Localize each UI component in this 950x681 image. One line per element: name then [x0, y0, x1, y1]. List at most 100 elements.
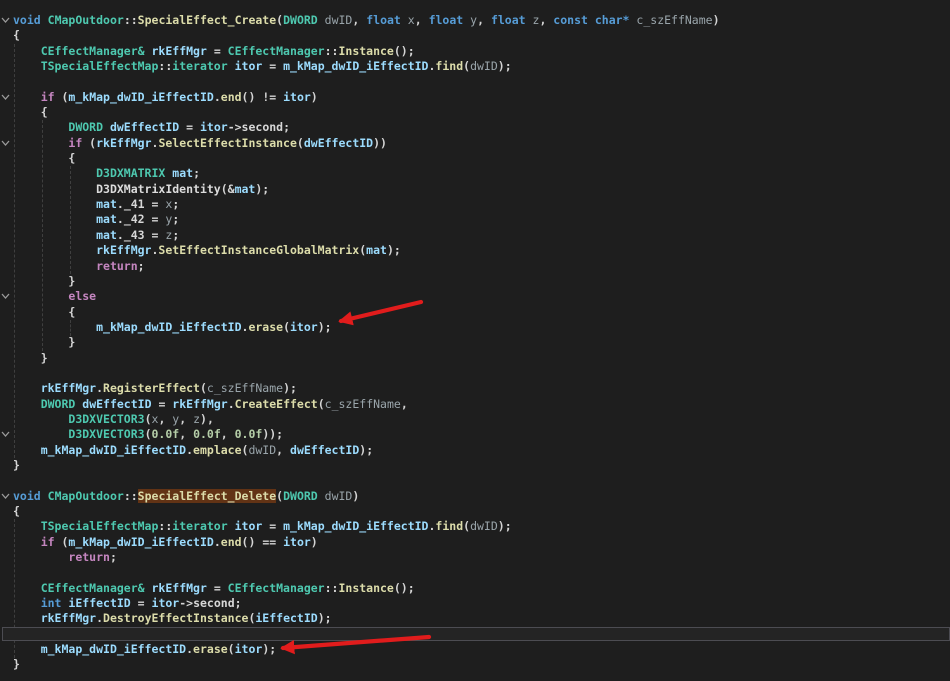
code-line: rkEffMgr.DestroyEffectInstance(iEffectID…: [13, 611, 720, 626]
code-token: }: [41, 351, 48, 365]
code-token: {: [41, 105, 48, 119]
code-line: return;: [13, 259, 720, 274]
code-token: SelectEffectInstance: [158, 136, 296, 150]
code-token: itor: [235, 519, 263, 533]
code-token: DWORD: [283, 13, 318, 27]
code-token: ,: [539, 13, 553, 27]
code-token: itor: [152, 596, 180, 610]
code-token: return: [96, 259, 138, 273]
code-token: .: [96, 381, 103, 395]
code-token: ;: [235, 596, 242, 610]
code-token: ));: [262, 427, 283, 441]
code-token: }: [13, 657, 20, 671]
code-token: =: [262, 519, 283, 533]
code-line: void CMapOutdoor::SpecialEffect_Delete(D…: [13, 489, 720, 504]
code-token: iEffectID: [255, 611, 317, 625]
code-token: .: [214, 90, 221, 104]
code-token: [41, 13, 48, 27]
code-token: itor: [235, 59, 263, 73]
code-token: dwID: [325, 13, 353, 27]
code-token: CEffectManager&: [41, 44, 145, 58]
code-token: rkEffMgr: [41, 381, 96, 395]
code-token: (: [82, 136, 96, 150]
code-token: D3DXVECTOR3: [68, 427, 144, 441]
code-token: CMapOutdoor: [48, 489, 124, 503]
code-token: TSpecialEffectMap: [41, 519, 159, 533]
fold-chevron-icon[interactable]: [1, 493, 10, 500]
code-token: float: [491, 13, 526, 27]
fold-chevron-icon[interactable]: [1, 140, 10, 147]
code-token: m_kMap_dwID_iEffectID: [68, 535, 213, 549]
code-line: m_kMap_dwID_iEffectID.erase(itor);: [13, 642, 720, 657]
code-token: mat: [96, 212, 117, 226]
code-token: dwID: [470, 59, 498, 73]
code-token: () !=: [242, 90, 284, 104]
code-token: find: [435, 59, 463, 73]
code-token: ::: [325, 44, 339, 58]
code-token: _42: [124, 212, 145, 226]
code-token: ): [311, 90, 318, 104]
code-token: RegisterEffect: [103, 381, 200, 395]
code-token: () ==: [242, 535, 284, 549]
fold-chevron-icon[interactable]: [1, 431, 10, 438]
code-line: return;: [13, 550, 720, 565]
code-line: [13, 473, 720, 488]
code-token: DWORD: [68, 120, 103, 134]
code-token: [103, 120, 110, 134]
fold-chevron-icon[interactable]: [1, 17, 10, 24]
code-token: =: [152, 397, 173, 411]
code-token: m_kMap_dwID_iEffectID: [41, 443, 186, 457]
code-token: SetEffectInstanceGlobalMatrix: [158, 243, 359, 257]
code-token: itor: [290, 320, 318, 334]
code-line: {: [13, 151, 720, 166]
code-line: DWORD dwEffectID = itor->second;: [13, 120, 720, 135]
code-token: iterator: [172, 59, 227, 73]
code-token: ();: [394, 44, 415, 58]
code-token: ->: [179, 596, 193, 610]
code-editor[interactable]: void CMapOutdoor::SpecialEffect_Create(D…: [0, 0, 950, 681]
code-token: =: [179, 120, 200, 134]
code-area[interactable]: void CMapOutdoor::SpecialEffect_Create(D…: [13, 13, 720, 673]
code-token: DWORD: [283, 489, 318, 503]
code-token: [526, 13, 533, 27]
code-token: end: [221, 535, 242, 549]
code-token: int: [41, 596, 62, 610]
code-token: iEffectID: [68, 596, 130, 610]
code-line: }: [13, 351, 720, 366]
code-line: [13, 565, 720, 580]
code-line: D3DXVECTOR3(0.0f, 0.0f, 0.0f));: [13, 427, 720, 442]
code-token: ;: [193, 166, 200, 180]
code-line: {: [13, 504, 720, 519]
code-token: if: [41, 90, 55, 104]
code-token: rkEffMgr: [96, 243, 151, 257]
code-line: TSpecialEffectMap::iterator itor = m_kMa…: [13, 59, 720, 74]
code-token: {: [13, 504, 20, 518]
code-token: 0.0f: [235, 427, 263, 441]
fold-chevron-icon[interactable]: [1, 293, 10, 300]
code-token: }: [13, 458, 20, 472]
code-token: DestroyEffectInstance: [103, 611, 248, 625]
code-token: m_kMap_dwID_iEffectID: [283, 59, 428, 73]
code-line: }: [13, 274, 720, 289]
code-token: m_kMap_dwID_iEffectID: [41, 642, 186, 656]
code-line: [13, 366, 720, 381]
code-line: CEffectManager& rkEffMgr = CEffectManage…: [13, 581, 720, 596]
code-line: }: [13, 657, 720, 672]
code-token: CEffectManager: [228, 581, 325, 595]
code-token: mat: [96, 228, 117, 242]
code-token: m_kMap_dwID_iEffectID: [96, 320, 241, 334]
code-token: ,: [415, 13, 429, 27]
code-token: (&: [221, 182, 235, 196]
code-token: void: [13, 13, 41, 27]
code-token: );: [359, 443, 373, 457]
code-token: void: [13, 489, 41, 503]
code-token: itor: [235, 642, 263, 656]
code-token: dwEffectID: [82, 397, 151, 411]
code-token: m_kMap_dwID_iEffectID: [68, 90, 213, 104]
code-token: =: [207, 44, 228, 58]
fold-chevron-icon[interactable]: [1, 94, 10, 101]
code-token: .: [96, 611, 103, 625]
code-token: dwEffectID: [110, 120, 179, 134]
code-token: (: [283, 320, 290, 334]
code-token: TSpecialEffectMap: [41, 59, 159, 73]
